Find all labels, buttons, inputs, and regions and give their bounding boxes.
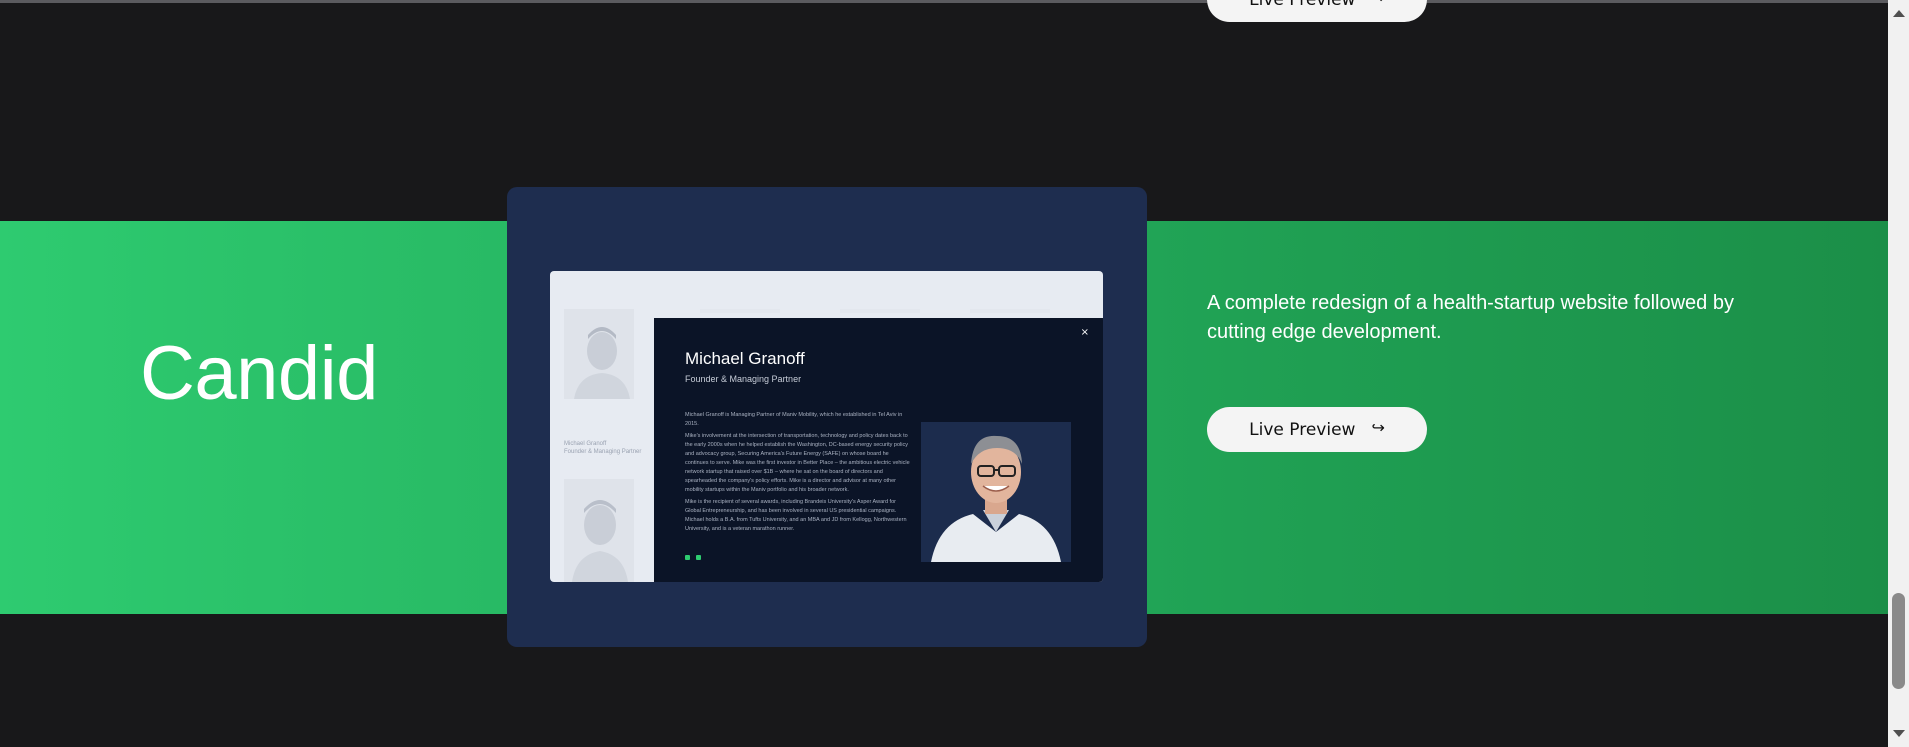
team-member-role: Founder & Managing Partner <box>564 449 642 455</box>
modal-person-name: Michael Granoff <box>685 349 805 368</box>
scrollbar-thumb[interactable] <box>1892 593 1905 689</box>
person-photo-icon <box>564 309 634 399</box>
live-preview-button[interactable]: Live Preview ↪ <box>1207 407 1427 452</box>
team-member-name: Michael Granoff <box>564 441 607 447</box>
project-title: Candid <box>140 331 378 416</box>
twitter-icon[interactable] <box>696 555 701 560</box>
bio-paragraph: Mike is the recipient of several awards,… <box>685 499 907 532</box>
modal-portrait <box>921 422 1071 562</box>
project-preview-card[interactable]: Michael Granoff Founder & Managing Partn… <box>507 187 1147 647</box>
social-links <box>685 555 701 560</box>
vertical-scrollbar[interactable] <box>1888 0 1909 747</box>
live-preview-label: Live Preview <box>1249 419 1356 440</box>
background-divider <box>700 309 780 313</box>
live-preview-button-previous[interactable]: Live Preview ↪ <box>1207 0 1427 22</box>
scroll-up-icon[interactable] <box>1893 10 1905 17</box>
top-edge-divider <box>0 0 1888 3</box>
website-screenshot: Michael Granoff Founder & Managing Partn… <box>550 271 1103 582</box>
person-portrait-icon <box>921 422 1071 562</box>
modal-person-role: Founder & Managing Partner <box>685 374 802 384</box>
project-description: A complete redesign of a health-startup … <box>1207 292 1734 343</box>
team-photo-placeholder <box>564 479 634 582</box>
background-divider <box>840 309 920 313</box>
bio-paragraph: Michael Granoff is Managing Partner of M… <box>685 412 903 427</box>
bio-paragraph: Mike's involvement at the intersection o… <box>685 433 910 493</box>
team-photo-placeholder <box>564 309 634 399</box>
person-photo-icon <box>564 479 634 582</box>
arrow-return-icon: ↪ <box>1371 0 1384 7</box>
arrow-return-icon: ↪ <box>1371 418 1385 437</box>
close-icon[interactable]: × <box>1081 327 1089 338</box>
team-member-modal: × Michael Granoff Founder & Managing Par… <box>654 318 1103 582</box>
page: Live Preview ↪ Candid A complete redesig… <box>0 0 1909 747</box>
live-preview-label: Live Preview <box>1249 0 1355 10</box>
scroll-down-icon[interactable] <box>1893 730 1905 737</box>
linkedin-icon[interactable] <box>685 555 690 560</box>
background-divider <box>970 309 1050 313</box>
modal-bio: Michael Granoff is Managing Partner of M… <box>685 411 910 537</box>
